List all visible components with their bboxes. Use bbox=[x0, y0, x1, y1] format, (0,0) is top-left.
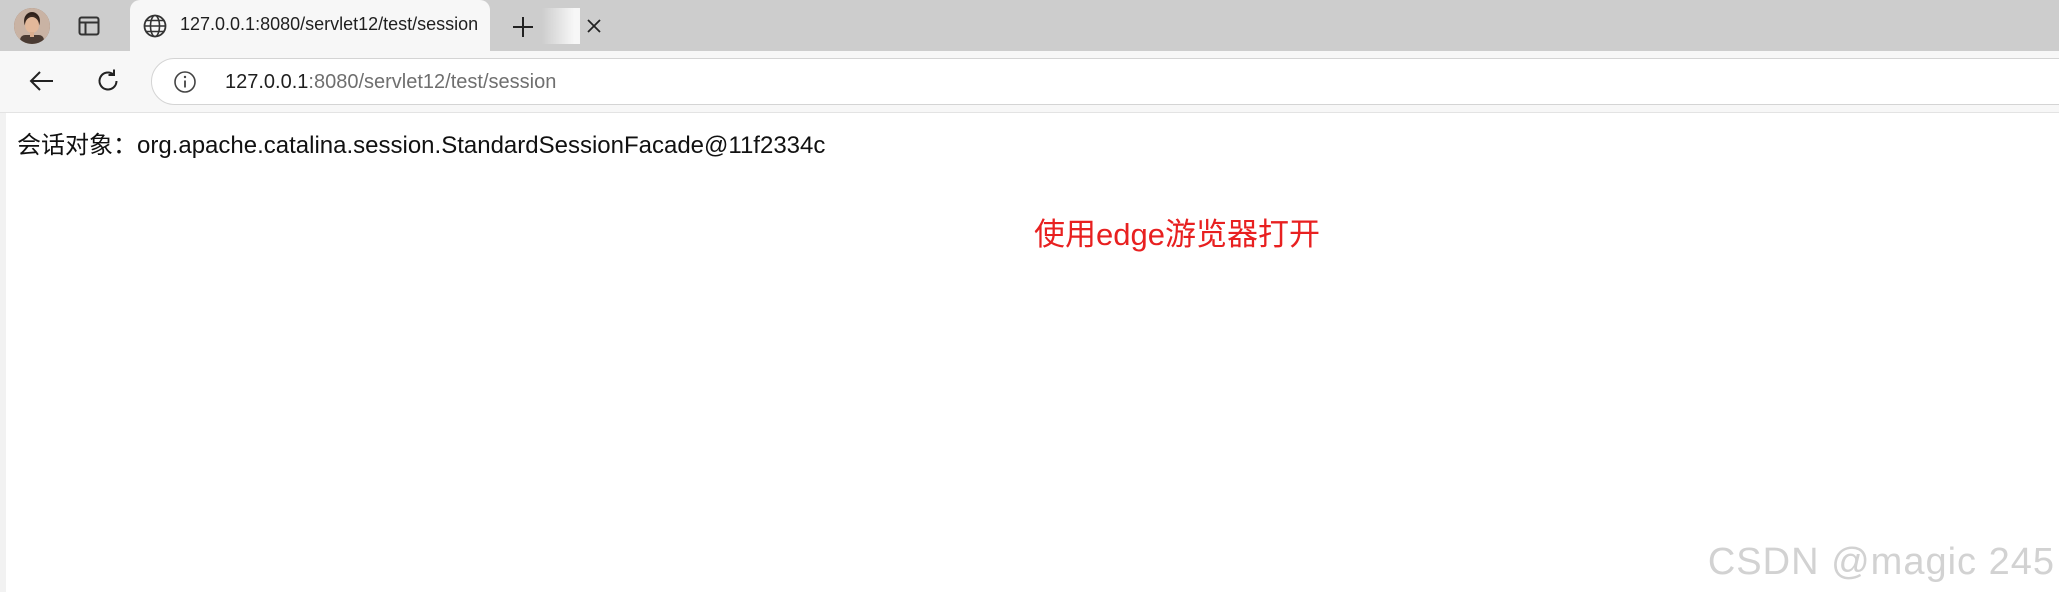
tab-strip: 127.0.0.1:8080/servlet12/test/session bbox=[0, 0, 2059, 51]
url-text[interactable]: 127.0.0.1:8080/servlet12/test/session bbox=[225, 71, 556, 94]
back-arrow-icon bbox=[29, 71, 53, 91]
new-tab-button[interactable] bbox=[506, 10, 540, 44]
info-icon[interactable] bbox=[172, 69, 198, 95]
tab-active[interactable]: 127.0.0.1:8080/servlet12/test/session bbox=[130, 0, 601, 51]
back-button[interactable] bbox=[25, 64, 59, 98]
session-object-text: 会话对象：org.apache.catalina.session.Standar… bbox=[17, 132, 826, 159]
url-host: 127.0.0.1 bbox=[225, 71, 309, 93]
globe-icon bbox=[142, 13, 168, 39]
url-path: :8080/servlet12/test/session bbox=[308, 71, 557, 93]
reload-icon bbox=[98, 69, 118, 91]
address-bar[interactable]: 127.0.0.1:8080/servlet12/test/session bbox=[151, 58, 2059, 105]
browser-window: 127.0.0.1:8080/servlet12/test/session 12… bbox=[0, 0, 2059, 592]
annotation-text: 使用edge游览器打开 bbox=[1034, 217, 1320, 252]
tab-title-fade bbox=[542, 8, 580, 44]
plus-icon bbox=[513, 17, 533, 37]
page-content: 会话对象：org.apache.catalina.session.Standar… bbox=[0, 113, 2059, 592]
close-icon[interactable] bbox=[582, 14, 606, 38]
tab-actions-icon bbox=[78, 16, 100, 36]
tab-actions-button[interactable] bbox=[72, 10, 106, 42]
watermark: CSDN @magic 245 bbox=[1707, 541, 2055, 583]
profile-avatar[interactable] bbox=[14, 8, 50, 44]
reload-button[interactable] bbox=[91, 64, 125, 98]
browser-toolbar: 127.0.0.1:8080/servlet12/test/session bbox=[0, 51, 2059, 113]
